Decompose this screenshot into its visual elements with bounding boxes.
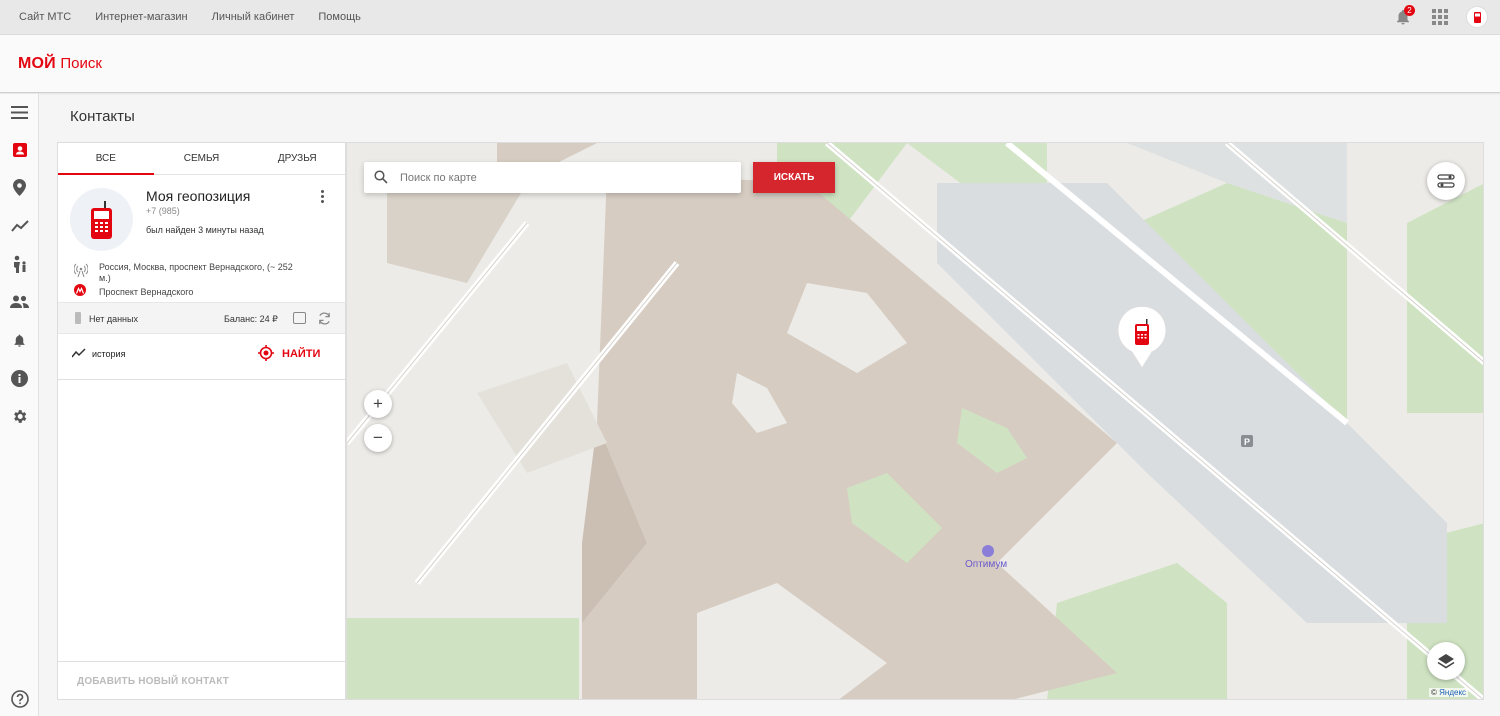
battery-status: Нет данных [89,314,138,324]
contacts-panel: ВСЕ СЕМЬЯ ДРУЗЬЯ Моя геопозиция +7 (985)… [57,142,346,700]
link-online-store[interactable]: Интернет-магазин [95,11,187,23]
poi-label[interactable]: Оптимум [965,559,1007,570]
user-avatar[interactable] [1466,6,1488,28]
contact-last-seen: был найден 3 минуты назад [146,225,264,235]
contact-name: Моя геопозиция [146,188,251,204]
notifications-icon[interactable] [10,331,29,350]
location-pin[interactable] [1117,307,1167,369]
metro-icon [74,284,86,296]
contact-avatar [70,188,133,251]
link-help[interactable]: Помощь [318,11,361,23]
sidebar [0,94,39,716]
battery-icon [75,312,81,324]
contact-address: Россия, Москва, проспект Вернадского, (~… [99,262,293,283]
settings-icon[interactable] [10,407,29,426]
top-bar: Сайт МТС Интернет-магазин Личный кабинет… [0,0,1500,35]
help-icon[interactable] [10,689,29,708]
friends-icon[interactable] [10,292,29,311]
locate-icon[interactable] [258,345,274,361]
zoom-out-button[interactable]: − [364,424,392,452]
status-row: Нет данных Баланс: 24 ₽ [58,302,345,334]
map-layers-button[interactable] [1427,642,1465,680]
phone-icon [1474,12,1481,23]
phone-icon [91,201,112,239]
search-icon [374,170,388,184]
info-icon[interactable] [10,369,29,388]
wallet-icon[interactable] [293,312,306,324]
action-row: история НАЙТИ [58,334,345,380]
refresh-icon[interactable] [317,311,332,326]
contact-tabs: ВСЕ СЕМЬЯ ДРУЗЬЯ [58,143,345,175]
map-filter-button[interactable] [1427,162,1465,200]
link-personal-account[interactable]: Личный кабинет [212,11,295,23]
child-icon[interactable] [10,254,29,273]
map-search-input[interactable] [400,162,730,193]
logo[interactable]: МОЙ Поиск [18,55,102,73]
tab-friends[interactable]: ДРУЗЬЯ [249,143,345,174]
layers-icon [1437,654,1455,669]
search-button[interactable]: ИСКАТЬ [753,162,835,193]
link-mts-site[interactable]: Сайт МТС [19,11,71,23]
cell-tower-icon [74,263,88,277]
add-contact-label: ДОБАВИТЬ НОВЫЙ КОНТАКТ [77,676,230,687]
zoom-in-button[interactable]: + [364,390,392,418]
tab-all[interactable]: ВСЕ [58,143,154,175]
parking-label: P [1244,437,1250,447]
map-search [364,162,741,193]
map-canvas[interactable]: P [347,143,1484,700]
brand-bar: МОЙ Поиск [0,35,1500,93]
contact-card[interactable]: Моя геопозиция +7 (985) был найден 3 мин… [58,176,345,380]
top-nav: Сайт МТС Интернет-магазин Личный кабинет… [19,11,361,23]
notification-badge: 2 [1404,5,1415,16]
filter-icon [1437,174,1455,188]
balance-value: Баланс: 24 ₽ [224,314,278,324]
map-copyright[interactable]: © Яндекс [1429,688,1469,697]
apps-grid-icon[interactable] [1432,9,1448,25]
more-options-icon[interactable] [320,190,326,204]
history-icon[interactable] [72,348,86,358]
page-title: Контакты [70,108,135,125]
history-icon[interactable] [10,216,29,235]
menu-icon[interactable] [10,103,29,122]
add-contact-button[interactable]: ДОБАВИТЬ НОВЫЙ КОНТАКТ [58,661,345,699]
contacts-icon[interactable] [10,140,29,159]
contact-phone: +7 (985) [146,206,180,216]
contact-metro: Проспект Вернадского [99,287,194,297]
tab-family[interactable]: СЕМЬЯ [154,143,250,174]
find-button[interactable]: НАЙТИ [282,348,320,360]
map[interactable]: P ИСКАТЬ + − Оптимум © Яндекс [346,142,1484,700]
history-link[interactable]: история [92,349,125,359]
location-icon[interactable] [10,178,29,197]
poi-icon[interactable] [982,545,994,557]
